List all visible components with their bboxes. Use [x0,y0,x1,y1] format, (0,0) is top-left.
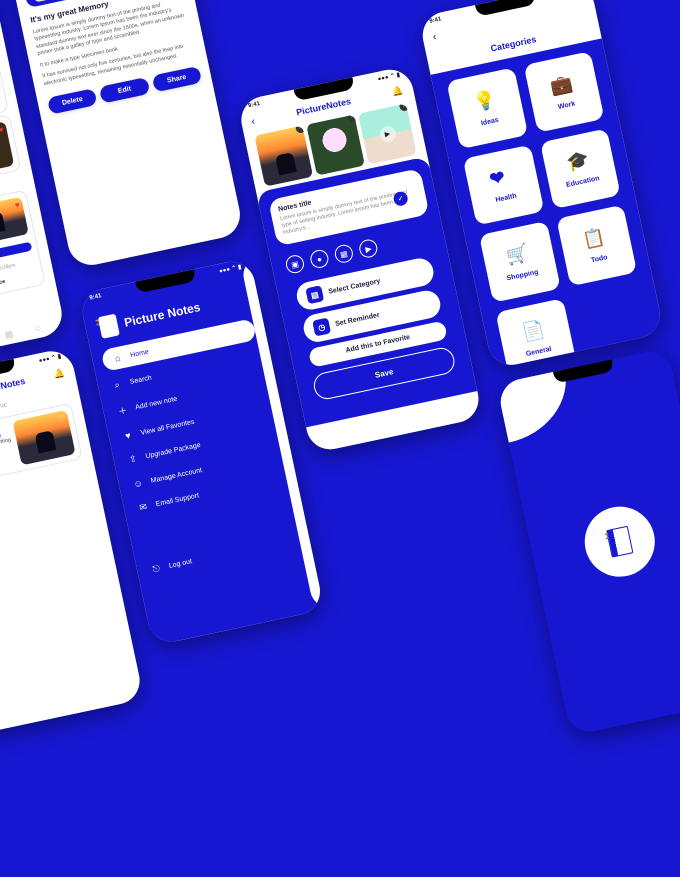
screen-splash [496,347,680,736]
back-icon[interactable]: ‹ [250,115,256,128]
card-image: ♥ [0,121,14,176]
app-logo-icon [606,525,633,557]
category-icon: ▤ [305,285,324,304]
category-ideas[interactable]: 💡Ideas [446,67,527,148]
card-image: ♡ [0,59,1,114]
user-icon: ☺ [132,477,144,489]
delete-attachment-icon[interactable]: × [295,125,307,133]
delete-button[interactable]: Delete [47,87,98,114]
video-icon[interactable]: ▶ [358,238,379,259]
briefcase-icon: 💼 [548,72,576,100]
heartbeat-icon: ❤ [488,165,516,193]
camera-icon[interactable]: ▣ [284,253,305,274]
nav-grid-icon[interactable]: ▦ [4,328,15,341]
search-icon: ⌕ [111,378,123,391]
home-icon: ⌂ [112,352,124,364]
bulb-icon: 💡 [472,88,500,116]
checklist-icon: 📋 [581,225,609,253]
delete-attachment-icon[interactable]: × [347,114,359,122]
category-work[interactable]: 💼Work [523,51,604,132]
back-icon[interactable]: ‹ [432,30,438,43]
category-tag[interactable]: General [33,0,68,2]
logout-icon: ⎋ [150,562,162,575]
delete-attachment-icon[interactable]: × [399,103,411,111]
fav-card[interactable]: ♥ General 5.00.2023-05:28pm Good place [0,189,46,299]
app-logo [578,500,661,583]
app-logo-icon [98,313,120,338]
category-todo[interactable]: 📋Todo [556,204,637,285]
heart-icon[interactable]: ♥ [0,124,4,134]
mail-icon: ✉ [137,501,149,514]
play-icon: ▶ [378,124,397,143]
plus-icon: ＋ [116,403,128,418]
cart-icon: 🛒 [504,242,532,270]
mic-icon[interactable]: ● [309,248,330,269]
edit-button[interactable]: Edit [99,76,150,103]
category-shopping[interactable]: 🛒Shopping [479,221,560,302]
category-grid: 💡Ideas 💼Work ❤Health 🎓Education 🛒Shoppin… [431,38,665,369]
card-title: Good place [0,271,38,290]
attachment-video[interactable]: ▶× [358,103,417,164]
share-button[interactable]: Share [151,65,202,92]
attachment-image[interactable]: × [306,114,365,175]
notch [553,359,614,383]
bell-icon[interactable]: 🔔 [391,84,404,97]
nav-user-icon[interactable]: ☺ [32,322,43,335]
card-image: ♥ [0,196,29,246]
clock-icon: ◷ [312,317,331,336]
category-education[interactable]: 🎓Education [539,127,620,208]
note-card[interactable]: This is very good placeLorem ipsum is si… [0,402,83,490]
graduation-icon: 🎓 [565,148,593,176]
category-health[interactable]: ❤Health [463,144,544,225]
gallery-icon[interactable]: ▦ [333,243,354,264]
category-general[interactable]: 📄General [495,297,576,368]
heart-icon: ♥ [122,429,134,441]
clipboard-icon: 📄 [521,318,549,346]
upgrade-icon: ⇧ [127,453,139,466]
heart-icon[interactable]: ♥ [14,200,21,210]
attachment-image[interactable]: × [254,125,313,186]
